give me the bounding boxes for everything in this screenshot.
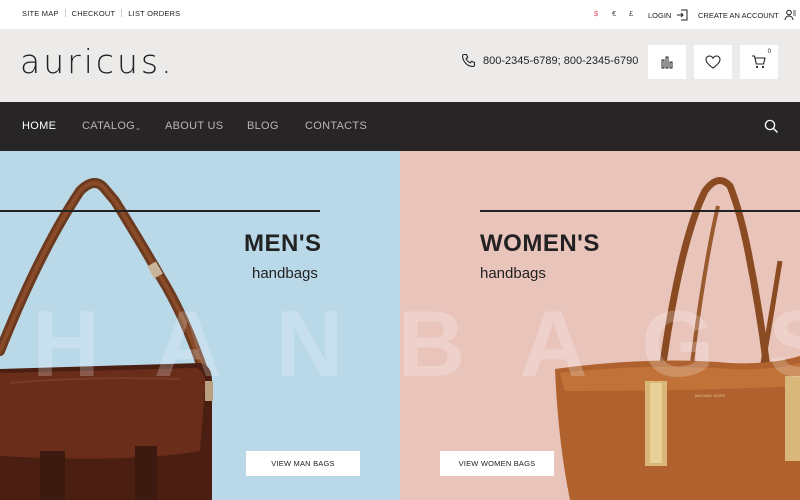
view-women-bags-button[interactable]: VIEW WOMEN BAGS [440, 451, 554, 476]
main-nav: HOME CATALOG⌄ ABOUT US BLOG CONTACTS [0, 102, 800, 151]
nav-item-about-us[interactable]: ABOUT US [165, 120, 223, 132]
compare-icon [660, 55, 674, 69]
currency-usd[interactable]: $ [594, 9, 598, 18]
site-map-link[interactable]: SITE MAP [22, 9, 59, 18]
nav-item-blog[interactable]: BLOG [247, 120, 279, 132]
phone-numbers: 800-2345-6789; 800-2345-6790 [483, 55, 639, 67]
cart-button[interactable]: 0 [740, 45, 778, 79]
checkout-link[interactable]: CHECKOUT [72, 9, 116, 18]
nav-item-home[interactable]: HOME [22, 120, 56, 132]
logo[interactable]: auricus. [20, 42, 175, 81]
top-links: SITE MAP CHECKOUT LIST ORDERS [22, 9, 180, 18]
login-label: LOGIN [648, 10, 672, 20]
login-icon [676, 9, 688, 21]
womens-banner[interactable]: MICHAEL KORS [400, 151, 800, 500]
search-icon [764, 119, 779, 134]
create-account-label: CREATE AN ACCOUNT [698, 10, 779, 20]
phone-icon [461, 53, 477, 69]
view-man-bags-button[interactable]: VIEW MAN BAGS [246, 451, 360, 476]
cart-icon [751, 55, 767, 69]
search-button[interactable] [764, 119, 779, 134]
top-utility-bar: SITE MAP CHECKOUT LIST ORDERS $ € £ LOGI… [0, 0, 800, 29]
mens-title: MEN'S [244, 230, 322, 257]
womens-title: WOMEN'S [480, 230, 600, 257]
divider [121, 9, 123, 17]
phone-contact: 800-2345-6789; 800-2345-6790 [461, 53, 638, 69]
user-icon [784, 9, 796, 21]
womens-subtitle: handbags [480, 265, 546, 282]
svg-text:MICHAEL KORS: MICHAEL KORS [695, 393, 725, 398]
chevron-down-icon: ⌄ [135, 125, 142, 132]
womens-bag-image: MICHAEL KORS [555, 177, 800, 500]
create-account-link[interactable]: CREATE AN ACCOUNT [698, 9, 796, 21]
nav-item-catalog-label: CATALOG [82, 120, 136, 132]
site-header: auricus. 800-2345-6789; 800-2345-6790 0 [0, 29, 800, 102]
mens-banner[interactable] [0, 151, 400, 500]
wishlist-button[interactable] [694, 45, 732, 79]
currency-gbp[interactable]: £ [629, 9, 633, 18]
cart-count-badge: 0 [767, 49, 771, 55]
currency-eur[interactable]: € [612, 9, 616, 18]
mens-divider-line [0, 210, 320, 212]
list-orders-link[interactable]: LIST ORDERS [128, 9, 180, 18]
mens-bag-image [0, 178, 213, 500]
mens-subtitle: handbags [252, 265, 318, 282]
wishlist-heart-icon [705, 55, 721, 69]
nav-item-catalog[interactable]: CATALOG⌄ [82, 120, 141, 132]
divider [64, 9, 66, 17]
compare-button[interactable] [648, 45, 686, 79]
womens-divider-line [480, 210, 800, 212]
login-link[interactable]: LOGIN [648, 9, 688, 21]
nav-item-contacts[interactable]: CONTACTS [305, 120, 367, 132]
